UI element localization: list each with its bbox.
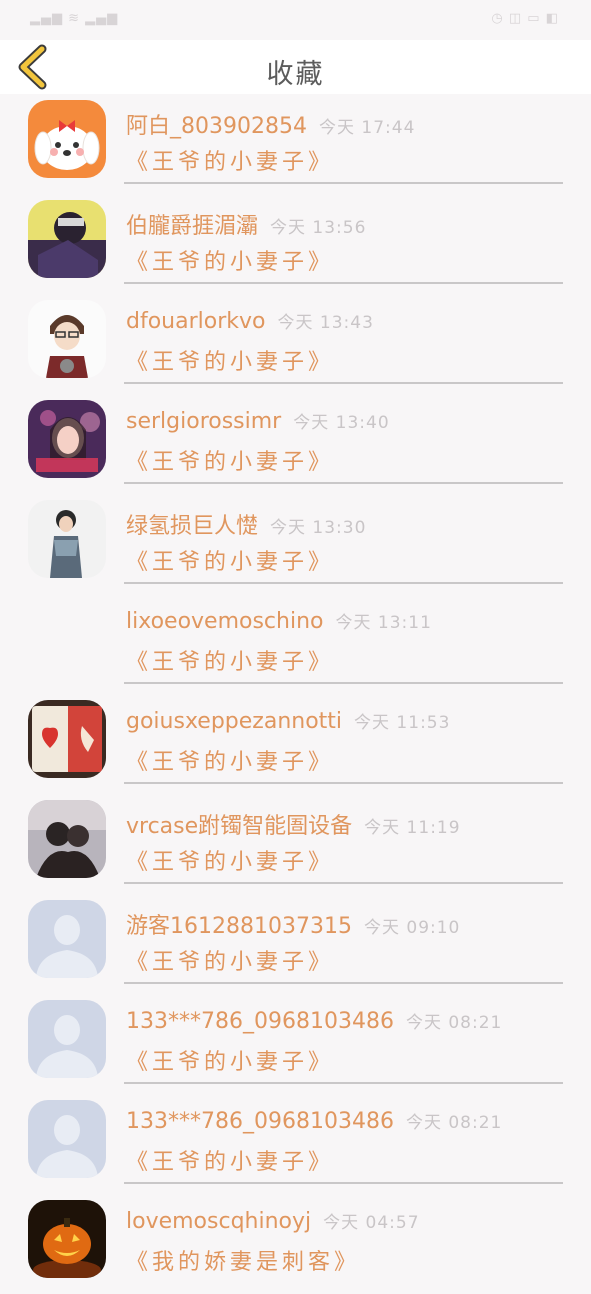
user-photo-icon [28,700,106,778]
timestamp: 今天 13:30 [270,518,367,538]
user-photo-icon [28,800,106,878]
book-title[interactable]: 《王爷的小妻子》 [126,144,334,176]
user-photo-icon [28,500,106,578]
timestamp: 今天 08:21 [405,1013,503,1033]
status-bar: ▂▄▆ ≋ ▂▄▆ ◷ ◫ ▭ ◧ [0,0,591,40]
timestamp: 今天 13:43 [277,313,374,333]
book-title[interactable]: 《王爷的小妻子》 [126,644,334,676]
book-title[interactable]: 《王爷的小妻子》 [126,344,334,376]
signal-wifi-icons: ▂▄▆ ≋ ▂▄▆ [30,11,119,26]
page-title: 收藏 [266,59,325,90]
timestamp: 今天 09:10 [363,918,461,938]
book-title[interactable]: 《王爷的小妻子》 [126,744,334,776]
avatar[interactable] [28,400,106,478]
book-title[interactable]: 《王爷的小妻子》 [126,944,334,976]
avatar[interactable] [28,1000,106,1078]
username: dfouarlorkvo [126,309,266,334]
header-bar: 收藏 [0,40,591,94]
username: 阿白_803902854 [126,114,307,139]
list-item[interactable]: 133***786_0968103486 今天 08:21 《王爷的小妻子》 [0,994,591,1094]
timestamp: 今天 08:21 [405,1113,503,1133]
book-title[interactable]: 《王爷的小妻子》 [126,444,334,476]
timestamp: 今天 11:19 [364,818,461,838]
username: 133***786_0968103486 [126,1009,394,1034]
system-status-icons: ◷ ◫ ▭ ◧ [491,11,559,26]
list-item[interactable]: vrcase跗镯智能圄设备 今天 11:19 《王爷的小妻子》 [0,794,591,894]
avatar[interactable] [28,800,106,878]
divider [124,182,563,184]
divider [124,1182,563,1184]
avatar[interactable] [28,900,106,978]
cartoon-dog-avatar-icon [28,100,106,178]
list-item[interactable]: dfouarlorkvo 今天 13:43 《王爷的小妻子》 [0,294,591,394]
user-photo-icon [28,200,106,278]
list-item[interactable]: 伯朧爵捱湄灞 今天 13:56 《王爷的小妻子》 [0,194,591,294]
username: lovemoscqhinoyj [126,1209,312,1234]
timestamp: 今天 13:56 [270,218,367,238]
username: 伯朧爵捱湄灞 [126,214,259,239]
divider [124,682,563,684]
avatar[interactable] [28,500,106,578]
divider [124,582,563,584]
divider [124,482,563,484]
username: goiusxeppezannotti [126,709,343,734]
username: 游客1612881037315 [126,914,352,939]
avatar[interactable] [28,100,106,178]
avatar[interactable] [28,700,106,778]
list-item[interactable]: goiusxeppezannotti 今天 11:53 《王爷的小妻子》 [0,694,591,794]
timestamp: 今天 17:44 [318,118,416,138]
username: 133***786_0968103486 [126,1109,394,1134]
book-title[interactable]: 《王爷的小妻子》 [126,844,334,876]
list-item[interactable]: 133***786_0968103486 今天 08:21 《王爷的小妻子》 [0,1094,591,1194]
book-title[interactable]: 《王爷的小妻子》 [126,1144,334,1176]
list-item[interactable]: 绿氢损巨人憷 今天 13:30 《王爷的小妻子》 [0,494,591,594]
favorites-list: 阿白_803902854 今天 17:44 《王爷的小妻子》 伯朧爵捱湄灞 今天 1… [0,94,591,1294]
divider [124,882,563,884]
username: serlgiorossimr [126,409,282,434]
timestamp: 今天 13:11 [335,613,432,633]
divider [124,1082,563,1084]
avatar[interactable] [28,1100,106,1178]
username: vrcase跗镯智能圄设备 [126,814,353,839]
user-photo-icon [28,400,106,478]
list-item[interactable]: 游客1612881037315 今天 09:10 《王爷的小妻子》 [0,894,591,994]
timestamp: 今天 04:57 [323,1213,420,1233]
list-item[interactable]: lixoeovemoschino 今天 13:11 《王爷的小妻子》 [0,594,591,694]
divider [124,782,563,784]
book-title[interactable]: 《我的娇妻是刺客》 [126,1244,360,1276]
default-user-icon [28,1100,106,1178]
book-title[interactable]: 《王爷的小妻子》 [126,244,334,276]
book-title[interactable]: 《王爷的小妻子》 [126,544,334,576]
divider [124,282,563,284]
timestamp: 今天 13:40 [293,413,390,433]
list-item[interactable]: 阿白_803902854 今天 17:44 《王爷的小妻子》 [0,94,591,194]
user-illustration-icon [28,300,106,378]
pumpkin-avatar-icon [28,1200,106,1278]
default-user-icon [28,1000,106,1078]
divider [124,982,563,984]
avatar[interactable] [28,1200,106,1278]
default-user-icon [28,900,106,978]
book-title[interactable]: 《王爷的小妻子》 [126,1044,334,1076]
username: 绿氢损巨人憷 [126,514,259,539]
divider [124,382,563,384]
avatar[interactable] [28,200,106,278]
timestamp: 今天 11:53 [354,713,451,733]
username: lixoeovemoschino [126,609,324,634]
list-item[interactable]: lovemoscqhinoyj 今天 04:57 《我的娇妻是刺客》 [0,1194,591,1294]
list-item[interactable]: serlgiorossimr 今天 13:40 《王爷的小妻子》 [0,394,591,494]
avatar[interactable] [28,300,106,378]
